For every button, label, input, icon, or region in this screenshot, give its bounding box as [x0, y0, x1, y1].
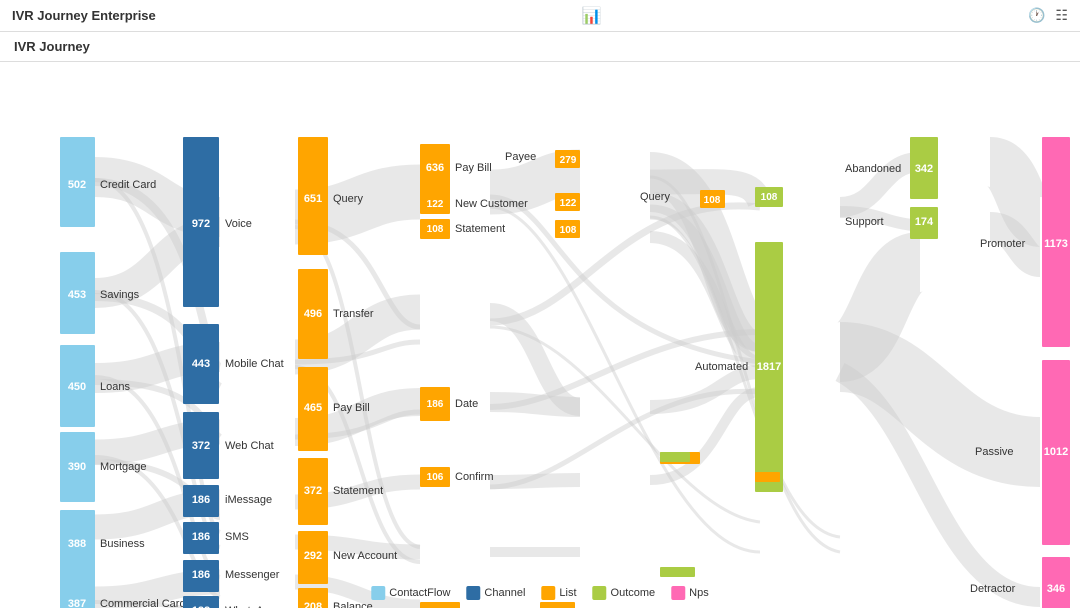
- legend: ContactFlow Channel List Outcome Nps: [371, 586, 708, 600]
- value-detractor: 346: [1047, 583, 1065, 595]
- label-business: Business: [100, 538, 145, 550]
- value-sms: 186: [192, 531, 210, 543]
- label-messenger: Messenger: [225, 569, 280, 581]
- value-loans: 450: [68, 381, 86, 393]
- value-list-statement: 372: [304, 485, 322, 497]
- label-payee2: Payee: [505, 151, 536, 163]
- label-automated: Automated: [695, 361, 748, 373]
- value-credit-card: 502: [68, 179, 86, 191]
- clock-icon[interactable]: 🕐: [1028, 7, 1045, 24]
- legend-swatch-list: [541, 586, 555, 600]
- value-list-query: 651: [304, 193, 322, 205]
- svg-text:108: 108: [704, 195, 721, 206]
- legend-outcome: Outcome: [593, 586, 656, 600]
- label-list-balance: Balance: [333, 601, 373, 608]
- sankey-chart: .flow { fill: none; stroke: #ccc; opacit…: [0, 62, 1080, 608]
- label-date: Date: [455, 398, 478, 410]
- label-detractor: Detractor: [970, 583, 1016, 595]
- legend-nps: Nps: [671, 586, 709, 600]
- value-mortgage: 390: [68, 461, 86, 473]
- value-business: 388: [68, 538, 86, 550]
- value-abandoned: 342: [915, 163, 933, 175]
- value-outcome-query: 108: [761, 192, 778, 203]
- svg-text:108: 108: [560, 225, 577, 236]
- legend-swatch-contactflow: [371, 586, 385, 600]
- label-outcome-query: Query: [640, 191, 670, 203]
- legend-swatch-nps: [671, 586, 685, 600]
- value-voice: 972: [192, 218, 210, 230]
- legend-label-contactflow: ContactFlow: [389, 587, 450, 599]
- value-passive: 1012: [1044, 446, 1068, 458]
- value-promoter: 1173: [1044, 238, 1068, 250]
- title-bar-icons: 🕐 ☷: [1028, 7, 1068, 24]
- label-list-query: Query: [333, 193, 363, 205]
- label-mobile-chat: Mobile Chat: [225, 358, 284, 370]
- legend-label-outcome: Outcome: [611, 587, 656, 599]
- label-abandoned: Abandoned: [845, 163, 901, 175]
- value-payee: 636: [426, 162, 444, 174]
- label-support: Support: [845, 216, 884, 228]
- value-list-paybill: 465: [304, 402, 322, 414]
- value-imessage: 186: [192, 494, 210, 506]
- label-list-statement: Statement: [333, 485, 383, 497]
- chart-icon[interactable]: 📊: [582, 6, 602, 26]
- svg-text:122: 122: [560, 198, 577, 209]
- value-web-chat: 372: [192, 440, 210, 452]
- label-loans: Loans: [100, 381, 130, 393]
- label-promoter: Promoter: [980, 238, 1026, 250]
- legend-list: List: [541, 586, 576, 600]
- label-credit-card: Credit Card: [100, 179, 156, 191]
- label-payee: Pay Bill: [455, 162, 492, 174]
- label-statement2: Statement: [455, 223, 505, 235]
- value-commercial-card: 387: [68, 598, 86, 608]
- label-savings: Savings: [100, 289, 140, 301]
- label-list-transfer: Transfer: [333, 308, 374, 320]
- value-list-transfer: 496: [304, 308, 322, 320]
- legend-swatch-channel: [466, 586, 480, 600]
- label-newcustomer: New Customer: [455, 198, 528, 210]
- label-sms: SMS: [225, 531, 249, 543]
- label-web-chat: Web Chat: [225, 440, 274, 452]
- value-automated: 1817: [757, 361, 781, 373]
- value-mobile-chat: 443: [192, 358, 210, 370]
- value-confirm: 106: [427, 472, 444, 483]
- value-newcustomer: 122: [427, 199, 444, 210]
- legend-label-list: List: [559, 587, 576, 599]
- value-statement2: 108: [427, 224, 444, 235]
- label-commercial-card: Commercial Card: [100, 598, 186, 608]
- label-passive: Passive: [975, 446, 1014, 458]
- title-bar: IVR Journey Enterprise 📊 🕐 ☷: [0, 0, 1080, 32]
- grid-icon[interactable]: ☷: [1055, 7, 1068, 24]
- value-savings: 453: [68, 289, 86, 301]
- value-messenger: 186: [192, 569, 210, 581]
- label-list-newaccount: New Account: [333, 550, 397, 562]
- sankey-svg: .flow { fill: none; stroke: #ccc; opacit…: [0, 62, 1080, 608]
- legend-channel: Channel: [466, 586, 525, 600]
- page-title: IVR Journey: [14, 39, 90, 54]
- label-imessage: iMessage: [225, 494, 272, 506]
- svg-text:279: 279: [560, 155, 577, 166]
- label-mortgage: Mortgage: [100, 461, 146, 473]
- label-confirm: Confirm: [455, 471, 494, 483]
- legend-swatch-outcome: [593, 586, 607, 600]
- value-date: 186: [427, 399, 444, 410]
- label-voice: Voice: [225, 218, 252, 230]
- page-header: IVR Journey: [0, 32, 1080, 62]
- value-list-balance: 208: [304, 601, 322, 608]
- value-support: 174: [915, 216, 934, 228]
- value-list-newaccount: 292: [304, 550, 322, 562]
- legend-contactflow: ContactFlow: [371, 586, 450, 600]
- label-list-paybill: Pay Bill: [333, 402, 370, 414]
- legend-label-channel: Channel: [484, 587, 525, 599]
- legend-label-nps: Nps: [689, 587, 709, 599]
- app-title: IVR Journey Enterprise: [12, 8, 156, 23]
